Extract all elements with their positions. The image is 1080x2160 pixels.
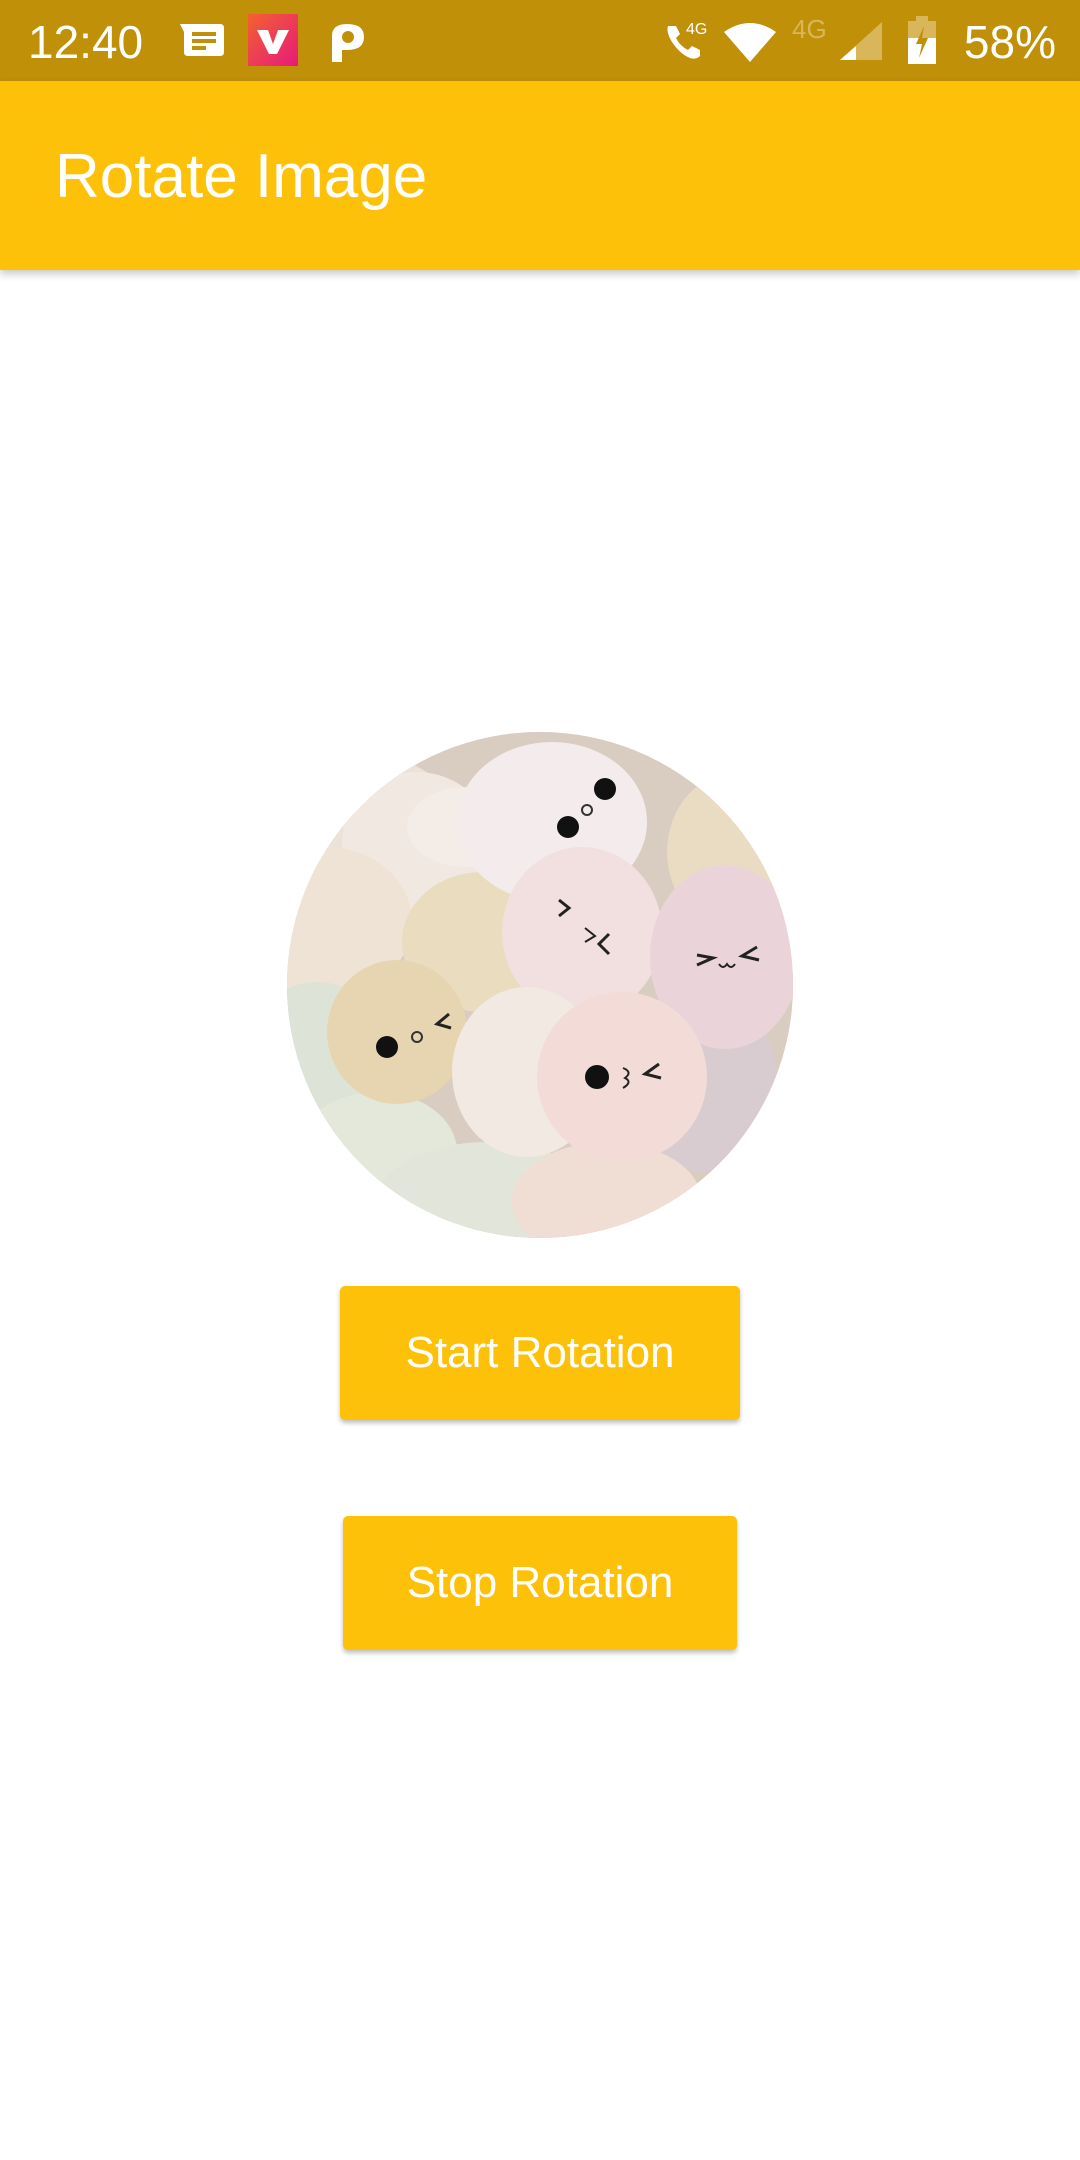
vidmate-app-icon — [248, 14, 298, 71]
p-app-icon — [330, 22, 366, 67]
volte-call-4g-icon: 4G — [664, 18, 710, 69]
mobile-4g-signal-icon: 4G — [792, 14, 884, 67]
status-time: 12:40 — [28, 16, 144, 68]
battery-charging-icon — [908, 16, 936, 69]
svg-text:4G: 4G — [686, 21, 707, 38]
status-bar: 12:40 4G 4G 58% — [0, 0, 1080, 81]
rotating-image — [287, 732, 793, 1238]
egg-pebbles-photo — [287, 732, 793, 1238]
wifi-icon — [724, 22, 776, 67]
battery-percent: 58% — [963, 16, 1056, 68]
stop-rotation-button[interactable]: Stop Rotation — [343, 1516, 737, 1650]
start-rotation-button[interactable]: Start Rotation — [340, 1286, 740, 1420]
app-title: Rotate Image — [55, 142, 428, 211]
app-bar: Rotate Image — [0, 81, 1080, 270]
message-notification-icon — [180, 22, 224, 63]
svg-text:4G: 4G — [792, 14, 827, 44]
